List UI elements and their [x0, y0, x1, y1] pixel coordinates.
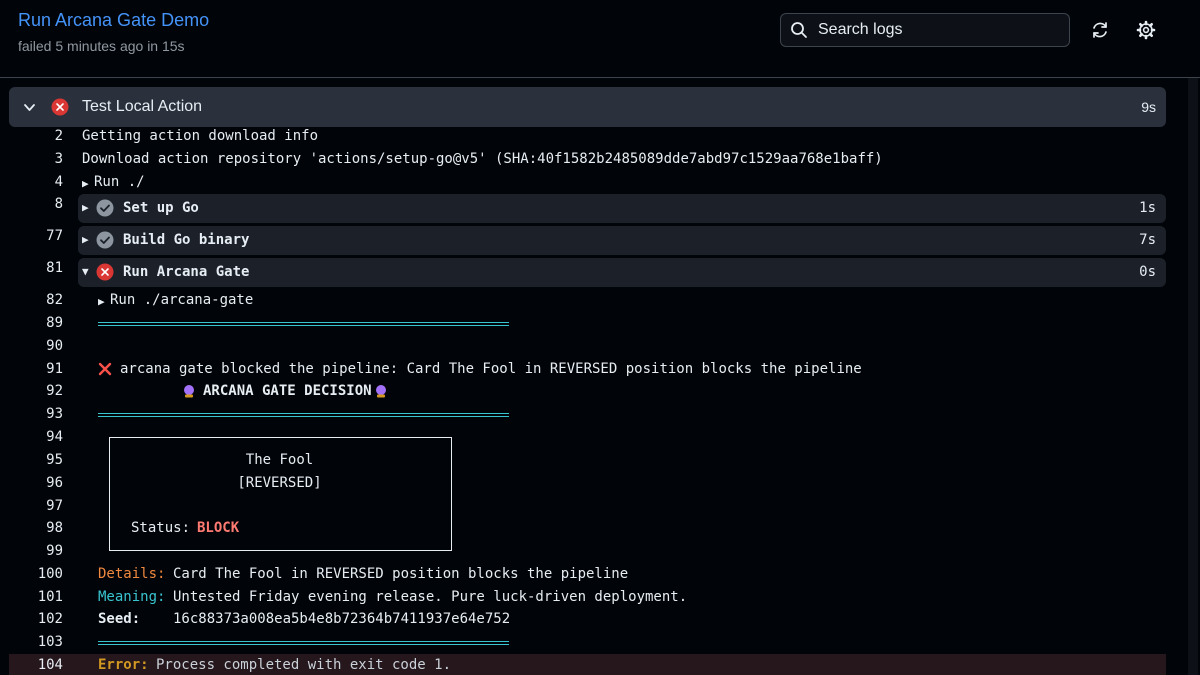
header-divider	[0, 77, 1200, 78]
line-number[interactable]: 2	[0, 127, 63, 145]
line-number[interactable]: 101	[0, 588, 63, 606]
meaning-text: Untested Friday evening release. Pure lu…	[173, 589, 688, 605]
line-number[interactable]: 97	[0, 497, 63, 515]
collapse-triangle-icon[interactable]: ▼	[82, 265, 89, 278]
log-text: Run ./	[94, 174, 145, 190]
meaning-label: Meaning:	[98, 589, 166, 605]
substep-build-go-binary[interactable]: ▶ Build Go binary 7s	[78, 226, 1166, 255]
line-number[interactable]: 103	[0, 633, 63, 651]
line-number[interactable]: 94	[0, 428, 63, 446]
substep-name: Build Go binary	[123, 232, 250, 248]
workflow-run-title[interactable]: Run Arcana Gate Demo	[18, 10, 209, 31]
step-name: Test Local Action	[82, 98, 203, 115]
status-value: BLOCK	[197, 520, 240, 536]
double-rule	[98, 322, 509, 326]
expand-triangle-icon[interactable]: ▶	[82, 175, 89, 193]
line-number[interactable]: 81	[0, 260, 63, 276]
double-rule	[98, 413, 509, 417]
line-number[interactable]: 82	[0, 291, 63, 309]
expand-triangle-icon[interactable]: ▶	[98, 293, 105, 311]
check-circle-icon	[96, 231, 114, 249]
check-circle-icon	[96, 199, 114, 217]
log-text: arcana gate blocked the pipeline: Card T…	[120, 361, 862, 377]
line-number[interactable]: 92	[0, 382, 63, 400]
substep-duration: 0s	[1139, 264, 1156, 280]
log-text: Download action repository 'actions/setu…	[82, 151, 883, 167]
substep-name: Run Arcana Gate	[123, 264, 250, 280]
line-number[interactable]: 104	[0, 656, 63, 674]
line-number[interactable]: 99	[0, 542, 63, 560]
line-number[interactable]: 98	[0, 519, 63, 537]
chevron-down-icon[interactable]	[23, 101, 36, 114]
search-logs-input[interactable]	[816, 20, 1069, 40]
substep-set-up-go[interactable]: ▶ Set up Go 1s	[78, 194, 1166, 223]
substep-run-arcana-gate[interactable]: ▼ Run Arcana Gate 0s	[78, 258, 1166, 287]
crystal-ball-icon	[376, 385, 386, 398]
seed-label: Seed:	[98, 611, 141, 627]
search-logs-field[interactable]	[780, 13, 1070, 47]
error-label: Error:	[98, 657, 149, 673]
substep-duration: 1s	[1139, 200, 1156, 216]
line-number[interactable]: 89	[0, 314, 63, 332]
log-text: Run ./arcana-gate	[110, 292, 254, 308]
line-number[interactable]: 91	[0, 360, 63, 378]
x-circle-icon	[51, 98, 69, 116]
line-number[interactable]: 93	[0, 405, 63, 423]
double-rule	[98, 641, 509, 645]
line-number[interactable]: 100	[0, 565, 63, 583]
expand-triangle-icon[interactable]: ▶	[82, 201, 89, 214]
line-number[interactable]: 3	[0, 150, 63, 168]
x-circle-icon	[96, 263, 114, 281]
line-number[interactable]: 102	[0, 610, 63, 628]
card-position: [REVERSED]	[237, 475, 322, 491]
seed-value: 16c88373a008ea5b4e8b72364b7411937e64e752	[173, 611, 511, 627]
step-test-local-action[interactable]: Test Local Action 9s	[9, 87, 1166, 127]
decision-heading: ARCANA GATE DECISION	[203, 383, 372, 399]
details-text: Card The Fool in REVERSED position block…	[173, 566, 629, 582]
line-number[interactable]: 95	[0, 451, 63, 469]
card-name: The Fool	[245, 452, 314, 468]
gear-icon[interactable]	[1136, 20, 1156, 40]
line-number[interactable]: 8	[0, 196, 63, 212]
step-duration: 9s	[1141, 99, 1156, 115]
crystal-ball-icon	[184, 385, 194, 398]
details-label: Details:	[98, 566, 166, 582]
substep-duration: 7s	[1139, 232, 1156, 248]
refresh-icon[interactable]	[1090, 20, 1110, 40]
line-number[interactable]: 90	[0, 337, 63, 355]
expand-triangle-icon[interactable]: ▶	[82, 233, 89, 246]
status-label: Status:	[131, 520, 191, 536]
substep-name: Set up Go	[123, 200, 199, 216]
line-number[interactable]: 96	[0, 474, 63, 492]
log-text: Getting action download info	[82, 128, 319, 144]
log-scrollbar[interactable]	[1188, 78, 1198, 675]
line-number[interactable]: 77	[0, 228, 63, 244]
search-icon	[791, 22, 807, 38]
x-mark-icon	[98, 362, 112, 376]
line-number[interactable]: 4	[0, 173, 63, 191]
run-status-summary: failed 5 minutes ago in 15s	[18, 38, 185, 54]
error-text: Process completed with exit code 1.	[156, 657, 452, 673]
